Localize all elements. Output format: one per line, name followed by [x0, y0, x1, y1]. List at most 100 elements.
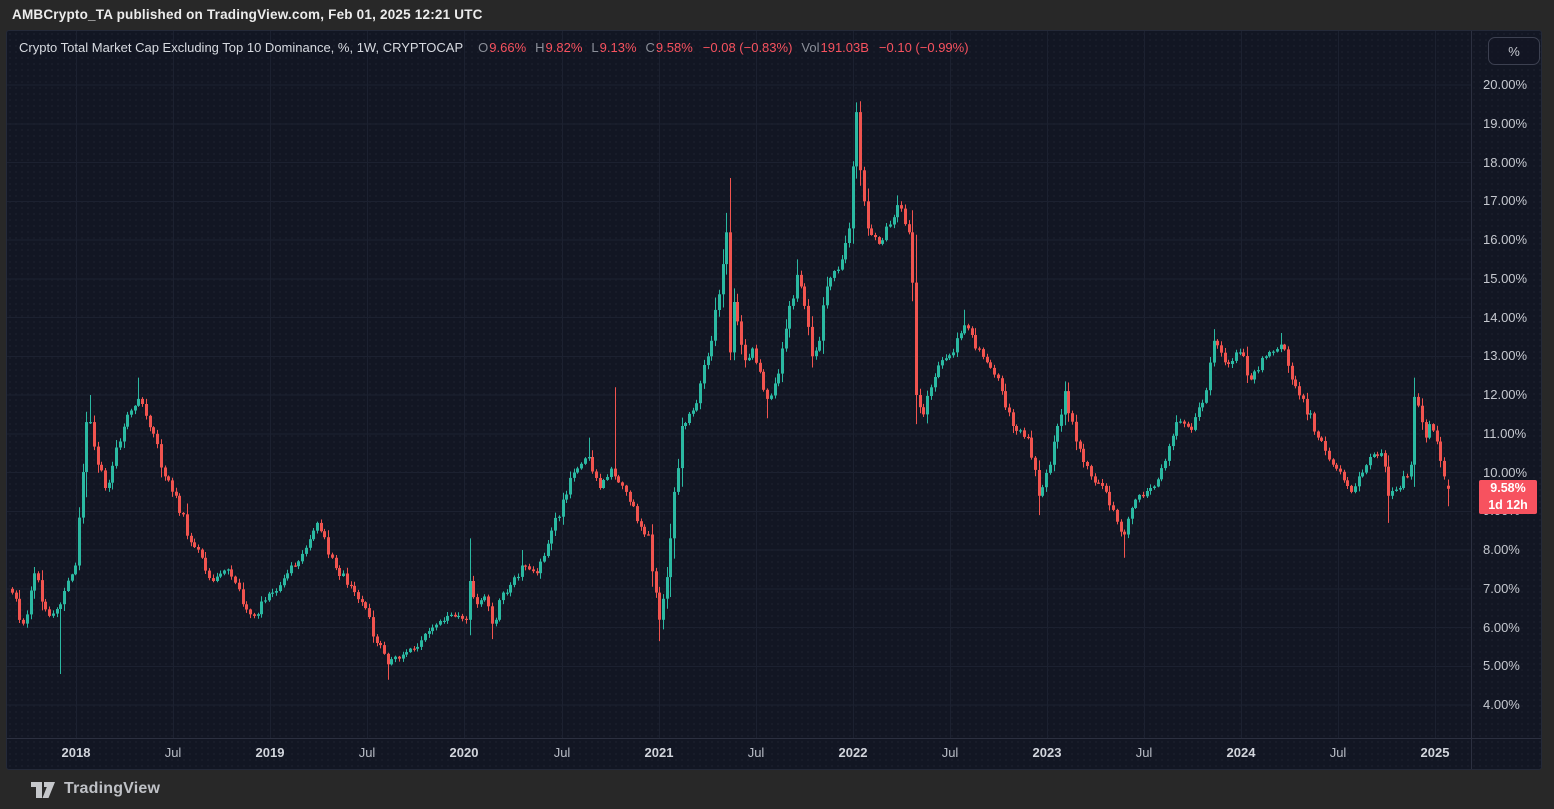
candle-body	[1015, 426, 1018, 431]
candle-body	[491, 606, 494, 623]
candle-body	[1280, 345, 1283, 350]
candle-body	[963, 325, 966, 333]
candle-body	[450, 615, 453, 616]
candle-body	[889, 225, 892, 227]
time-axis-month-label: Jul	[530, 745, 594, 760]
candle-body	[1060, 415, 1063, 426]
candle-body	[677, 468, 680, 492]
candle-body	[97, 447, 100, 465]
candle-body	[870, 228, 873, 235]
candle-body	[770, 396, 773, 399]
candle-body	[234, 577, 237, 583]
candlestick-plot[interactable]	[7, 31, 1541, 769]
candle-body	[934, 377, 937, 387]
candle-body	[260, 602, 263, 615]
price-axis-label: 4.00%	[1483, 697, 1539, 712]
price-axis-label: 13.00%	[1483, 348, 1539, 363]
candle-body	[1380, 453, 1383, 456]
tradingview-logo[interactable]: TradingView	[30, 779, 160, 799]
candle-body	[175, 492, 178, 496]
candle-body	[316, 523, 319, 531]
time-axis-month-label: Jul	[724, 745, 788, 760]
candle-body	[1142, 495, 1145, 496]
candle-body	[469, 581, 472, 620]
time-axis-month-label: Jul	[1306, 745, 1370, 760]
time-axis-year-label: 2022	[821, 745, 885, 760]
candle-body	[606, 477, 609, 480]
candle-body	[1164, 461, 1167, 468]
price-axis-label: 19.00%	[1483, 116, 1539, 131]
candle-body	[420, 640, 423, 647]
price-axis-label: 16.00%	[1483, 232, 1539, 247]
candle-body	[275, 591, 278, 593]
candle-body	[662, 599, 665, 620]
candle-body	[257, 614, 260, 616]
candle-body	[1406, 476, 1409, 477]
candle-body	[93, 422, 96, 447]
candle-body	[725, 232, 728, 264]
candle-body	[815, 351, 818, 357]
candle-body	[1358, 476, 1361, 486]
candle-body	[1447, 486, 1450, 489]
time-axis-year-label: 2020	[432, 745, 496, 760]
candle-body	[788, 306, 791, 329]
candle-body	[1086, 462, 1089, 466]
candle-body	[1268, 352, 1271, 356]
candle-body	[1187, 424, 1190, 427]
candle-body	[428, 631, 431, 634]
last-price-value: 9.58%	[1479, 480, 1537, 497]
candle-body	[967, 325, 970, 328]
candle-body	[684, 423, 687, 426]
candle-body	[844, 243, 847, 259]
ohlc-low-label: L	[591, 40, 598, 55]
candle-body	[394, 657, 397, 659]
price-axis-label: 15.00%	[1483, 271, 1539, 286]
candle-body	[796, 275, 799, 299]
candle-body	[1153, 487, 1156, 489]
candle-body	[368, 608, 371, 617]
candle-body	[1402, 476, 1405, 488]
publish-text: AMBCrypto_TA published on TradingView.co…	[12, 7, 483, 22]
candle-body	[320, 523, 323, 531]
candle-body	[971, 328, 974, 335]
candle-body	[1064, 391, 1067, 415]
candle-body	[1034, 458, 1037, 470]
candle-body	[573, 473, 576, 478]
candle-body	[1265, 356, 1268, 358]
candle-body	[863, 170, 866, 201]
candle-body	[588, 457, 591, 458]
candle-body	[774, 383, 777, 395]
candle-body	[279, 585, 282, 591]
candle-body	[740, 321, 743, 344]
candle-body	[1001, 378, 1004, 391]
candle-body	[748, 358, 751, 360]
candle-body	[1395, 490, 1398, 491]
candle-body	[1027, 437, 1030, 438]
candle-body	[818, 341, 821, 351]
candle-body	[1194, 417, 1197, 430]
candle-body	[1425, 422, 1428, 438]
candle-body	[792, 299, 795, 306]
candle-body	[1094, 476, 1097, 482]
candle-body	[710, 341, 713, 357]
candle-body	[867, 201, 870, 228]
percent-scale-button[interactable]: %	[1488, 37, 1540, 65]
candle-body	[1346, 480, 1349, 486]
candle-body	[803, 287, 806, 306]
time-axis-month-label: Jul	[1112, 745, 1176, 760]
candle-body	[625, 486, 628, 492]
candle-body	[1071, 413, 1074, 422]
candle-body	[372, 617, 375, 636]
candle-body	[1138, 495, 1141, 500]
candle-body	[807, 306, 810, 327]
candle-body	[896, 205, 899, 217]
price-axis-label: 11.00%	[1483, 426, 1539, 441]
candle-body	[506, 593, 509, 594]
candle-body	[960, 333, 963, 338]
candle-body	[197, 547, 200, 550]
candle-body	[1045, 473, 1048, 487]
candle-body	[1421, 406, 1424, 423]
candle-body	[1079, 442, 1082, 449]
candle-body	[1049, 465, 1052, 473]
candle-body	[766, 390, 769, 399]
